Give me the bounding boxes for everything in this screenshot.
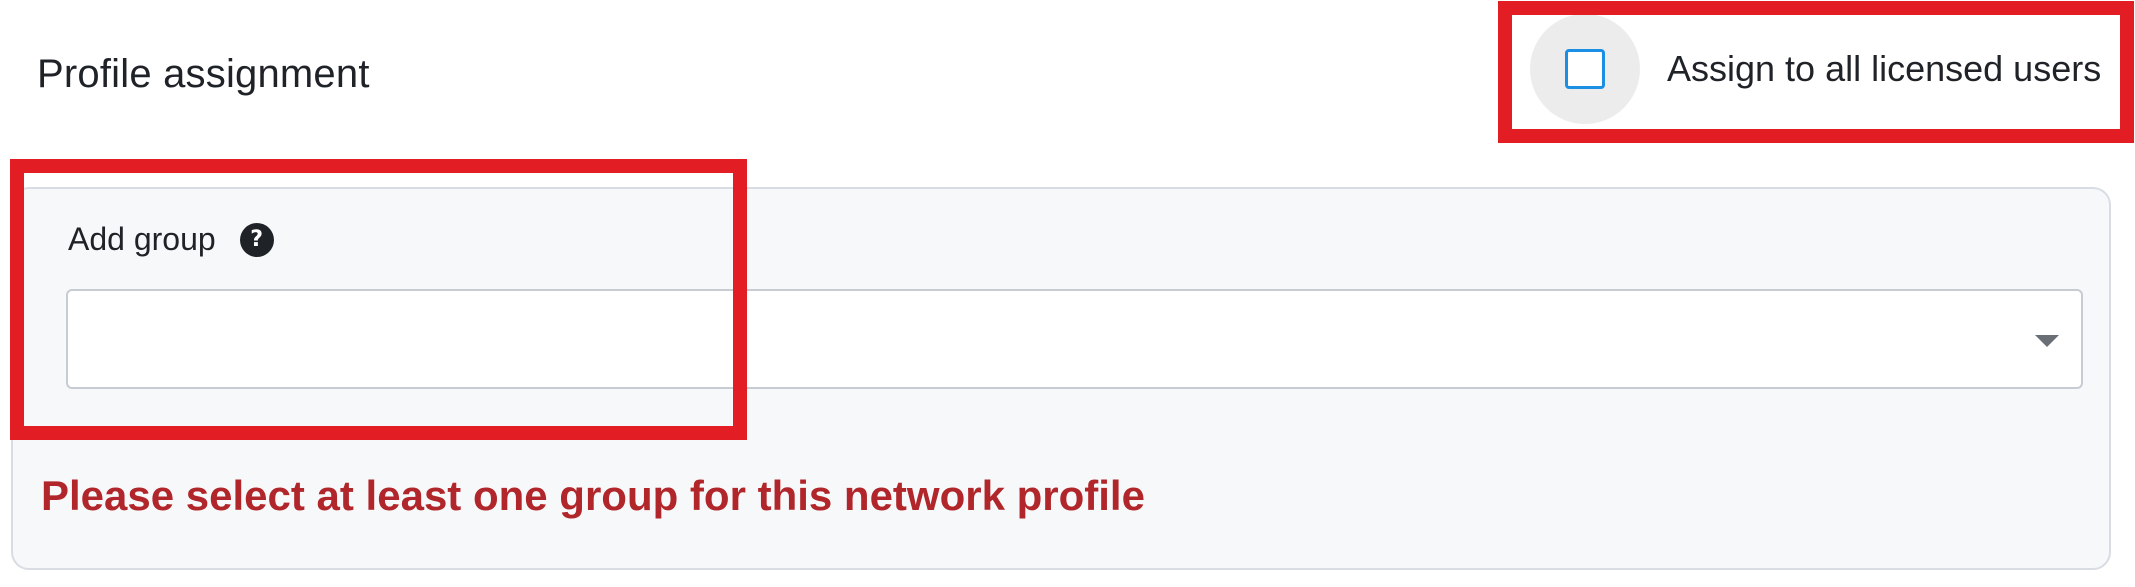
add-group-select[interactable]: [66, 289, 2083, 389]
group-field-label: Add group: [68, 221, 216, 257]
group-error-message: Please select at least one group for thi…: [41, 472, 1145, 519]
profile-assignment-panel: Profile assignment Assign to all license…: [0, 0, 2135, 587]
assign-all-checkbox-row[interactable]: Assign to all licensed users: [1530, 14, 2101, 124]
assign-all-label[interactable]: Assign to all licensed users: [1667, 48, 2101, 90]
question-circle-icon[interactable]: ?: [239, 222, 274, 257]
caret-down-icon[interactable]: [2035, 335, 2059, 347]
assign-all-checkbox[interactable]: [1565, 49, 1605, 89]
group-label-row: Add group ?: [68, 221, 274, 258]
checkbox-focus-halo[interactable]: [1530, 14, 1640, 124]
section-title: Profile assignment: [37, 52, 370, 96]
group-card: Add group ? Please select at least one g…: [11, 187, 2111, 570]
